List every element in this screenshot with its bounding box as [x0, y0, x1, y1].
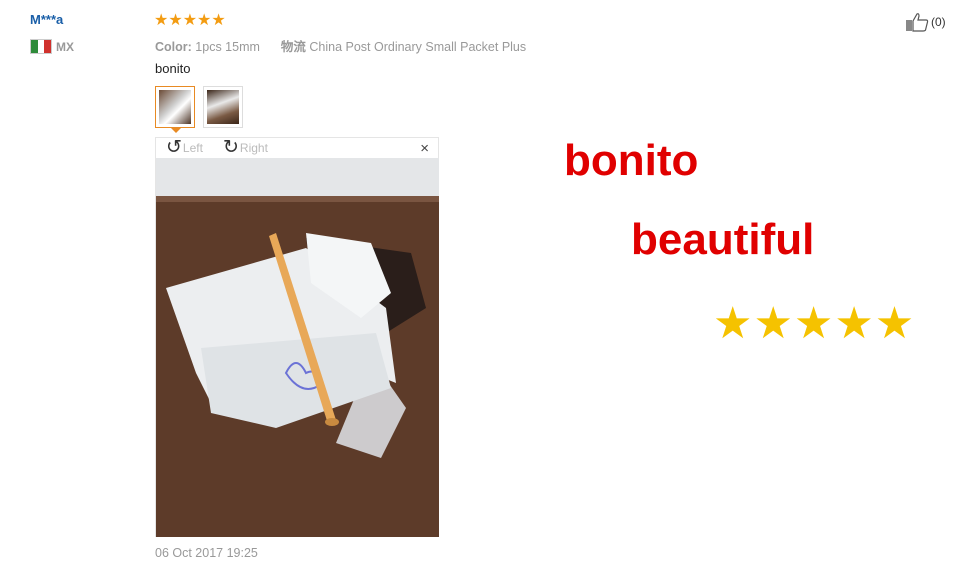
viewer-toolbar: ↺ Left ↻ Right ×	[156, 138, 438, 158]
review-text: bonito	[155, 61, 191, 76]
color-value: 1pcs 15mm	[195, 40, 260, 54]
order-meta: Color: 1pcs 15mm 物流 China Post Ordinary …	[155, 36, 526, 55]
overlay-text-beautiful: beautiful	[631, 215, 815, 264]
rotate-left-label: Left	[182, 141, 203, 155]
thumbs-up-icon	[906, 13, 929, 32]
thumbnail-pointer	[170, 127, 182, 133]
overlay-stars: ★★★★★	[713, 299, 916, 348]
review-photo-thumbnail-2[interactable]	[203, 86, 243, 128]
rating-stars: ★★★★★	[154, 12, 226, 29]
review-date: 06 Oct 2017 19:25	[155, 546, 258, 560]
review-photo	[156, 158, 439, 537]
shipping-value: China Post Ordinary Small Packet Plus	[309, 40, 527, 54]
overlay-text-bonito: bonito	[564, 136, 699, 185]
rotate-right-icon: ↻	[223, 137, 239, 158]
rotate-right-label: Right	[239, 141, 268, 155]
review-photo-thumbnail-1[interactable]	[155, 86, 195, 128]
photo-viewer: ↺ Left ↻ Right ×	[155, 137, 439, 537]
reviewer-country: MX	[30, 39, 74, 54]
reviewer-name: M***a	[30, 12, 64, 27]
country-code: MX	[56, 39, 74, 54]
close-icon[interactable]: ×	[420, 140, 429, 157]
shipping-label: 物流	[280, 40, 306, 54]
mexico-flag-icon	[30, 39, 52, 54]
rotate-left-button[interactable]: ↺ Left	[166, 137, 203, 158]
helpful-count: (0)	[931, 15, 946, 29]
rotate-left-icon: ↺	[166, 137, 182, 158]
helpful-button[interactable]: (0)	[905, 12, 946, 32]
rotate-right-button[interactable]: ↻ Right	[223, 137, 268, 158]
color-label: Color:	[155, 40, 192, 54]
